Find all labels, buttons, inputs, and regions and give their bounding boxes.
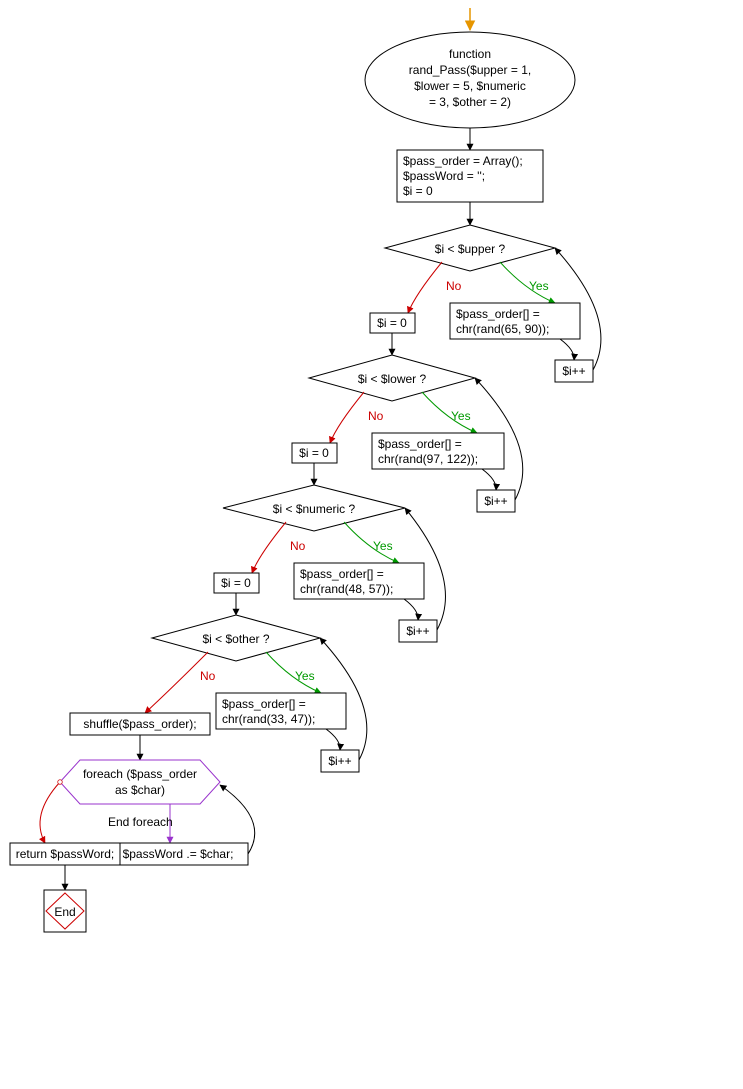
node-reset-1: $i = 0 xyxy=(370,313,415,333)
start-line-3: = 3, $other = 2) xyxy=(429,95,511,109)
yes-label-1: Yes xyxy=(529,279,549,293)
reset2-label: $i = 0 xyxy=(299,446,329,460)
b-lower-l1: chr(rand(97, 122)); xyxy=(378,452,478,466)
edge-bother-inc4 xyxy=(326,729,340,750)
init-line-0: $pass_order = Array(); xyxy=(403,154,523,168)
flowchart-canvas: function rand_Pass($upper = 1, $lower = … xyxy=(0,0,743,1089)
b-other-l0: $pass_order[] = xyxy=(222,697,306,711)
b-num-l1: chr(rand(48, 57)); xyxy=(300,582,393,596)
node-reset-2: $i = 0 xyxy=(292,443,337,463)
return-label: return $passWord; xyxy=(16,847,115,861)
start-line-1: rand_Pass($upper = 1, xyxy=(409,63,531,77)
d-other-label: $i < $other ? xyxy=(202,632,269,646)
node-reset-3: $i = 0 xyxy=(214,573,259,593)
inc3-label: $i++ xyxy=(406,624,429,638)
shuffle-label: shuffle($pass_order); xyxy=(83,717,196,731)
node-return: return $passWord; xyxy=(10,843,120,865)
end-foreach-label: End foreach xyxy=(108,815,173,829)
node-decision-other: $i < $other ? xyxy=(152,615,320,661)
no-label-2: No xyxy=(368,409,384,423)
node-concat: $passWord .= $char; xyxy=(108,843,248,865)
node-shuffle: shuffle($pass_order); xyxy=(70,713,210,735)
node-body-lower: $pass_order[] = chr(rand(97, 122)); xyxy=(372,433,504,469)
node-decision-lower: $i < $lower ? xyxy=(309,355,475,401)
yes-label-3: Yes xyxy=(373,539,393,553)
edge-dupper-no xyxy=(408,262,442,313)
node-body-numeric: $pass_order[] = chr(rand(48, 57)); xyxy=(294,563,424,599)
edge-bnum-inc3 xyxy=(404,599,418,620)
d-upper-label: $i < $upper ? xyxy=(435,242,506,256)
d-lower-label: $i < $lower ? xyxy=(358,372,427,386)
node-inc-3: $i++ xyxy=(399,620,437,642)
node-decision-numeric: $i < $numeric ? xyxy=(223,485,405,531)
foreach-l0: foreach ($pass_order xyxy=(83,767,197,781)
edge-bupper-inc1 xyxy=(560,339,574,360)
node-body-upper: $pass_order[] = chr(rand(65, 90)); xyxy=(450,303,580,339)
end-label: End xyxy=(54,905,75,919)
inc2-label: $i++ xyxy=(484,494,507,508)
edge-foreach-return xyxy=(40,782,60,843)
no-label-4: No xyxy=(200,669,216,683)
b-upper-l0: $pass_order[] = xyxy=(456,307,540,321)
start-line-0: function xyxy=(449,47,491,61)
edge-blower-inc2 xyxy=(482,469,496,490)
foreach-l1: as $char) xyxy=(115,783,165,797)
node-inc-1: $i++ xyxy=(555,360,593,382)
node-foreach: foreach ($pass_order as $char) xyxy=(60,760,220,804)
node-decision-upper: $i < $upper ? xyxy=(385,225,555,271)
b-lower-l0: $pass_order[] = xyxy=(378,437,462,451)
b-other-l1: chr(rand(33, 47)); xyxy=(222,712,315,726)
reset1-label: $i = 0 xyxy=(377,316,407,330)
b-upper-l1: chr(rand(65, 90)); xyxy=(456,322,549,336)
start-line-2: $lower = 5, $numeric xyxy=(414,79,526,93)
concat-label: $passWord .= $char; xyxy=(123,847,234,861)
inc4-label: $i++ xyxy=(328,754,351,768)
yes-label-4: Yes xyxy=(295,669,315,683)
inc1-label: $i++ xyxy=(562,364,585,378)
node-start: function rand_Pass($upper = 1, $lower = … xyxy=(365,32,575,128)
node-body-other: $pass_order[] = chr(rand(33, 47)); xyxy=(216,693,346,729)
edge-dlower-no xyxy=(330,392,364,443)
yes-label-2: Yes xyxy=(451,409,471,423)
reset3-label: $i = 0 xyxy=(221,576,251,590)
no-label-1: No xyxy=(446,279,462,293)
init-line-2: $i = 0 xyxy=(403,184,433,198)
edge-dnum-no xyxy=(252,522,286,573)
no-label-3: No xyxy=(290,539,306,553)
node-inc-2: $i++ xyxy=(477,490,515,512)
b-num-l0: $pass_order[] = xyxy=(300,567,384,581)
d-numeric-label: $i < $numeric ? xyxy=(273,502,356,516)
init-line-1: $passWord = ''; xyxy=(403,169,485,183)
node-end: End xyxy=(44,890,86,932)
edge-dother-no xyxy=(145,652,208,713)
node-inc-4: $i++ xyxy=(321,750,359,772)
node-init: $pass_order = Array(); $passWord = ''; $… xyxy=(397,150,543,202)
